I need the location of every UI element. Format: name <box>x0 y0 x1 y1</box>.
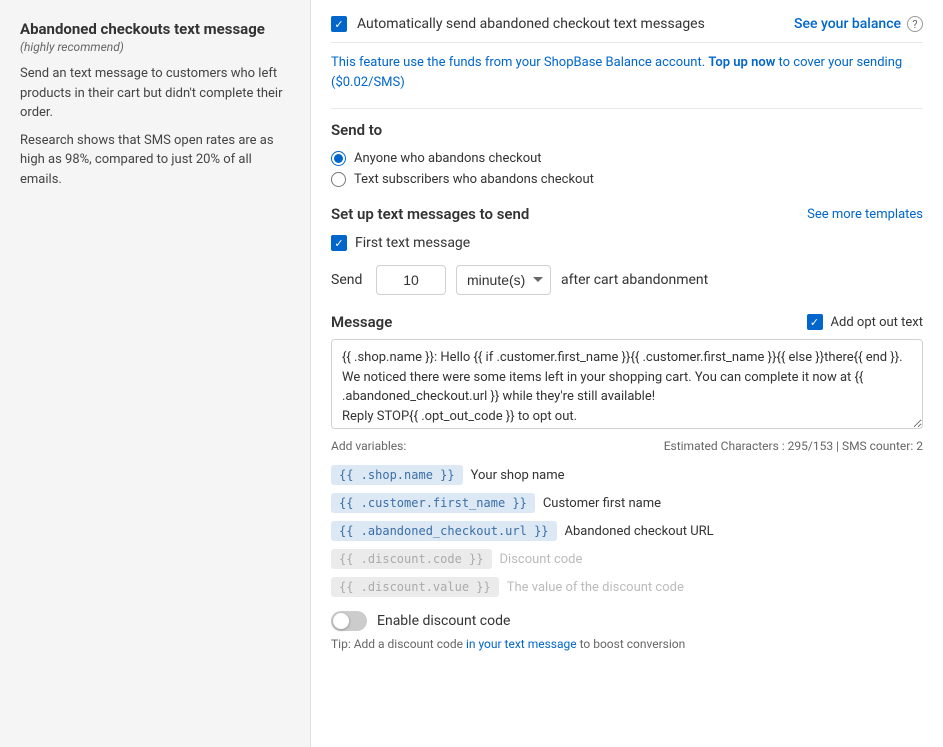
set-up-title: Set up text messages to send <box>331 205 529 223</box>
variable-row-shop: {{ .shop.name }} Your shop name <box>331 465 923 485</box>
radio-subscribers[interactable] <box>331 172 346 187</box>
opt-out-label: Add opt out text <box>831 315 923 330</box>
info-text: This feature use the funds from your Sho… <box>331 53 923 92</box>
see-more-templates-link[interactable]: See more templates <box>807 207 923 222</box>
discount-toggle-row: Enable discount code <box>331 611 923 631</box>
top-up-link[interactable]: Top up now <box>708 55 775 70</box>
var-tag-discount-value: {{ .discount.value }} <box>331 577 499 597</box>
send-to-title: Send to <box>331 121 923 139</box>
char-count: Estimated Characters : 295/153 | SMS cou… <box>664 439 923 453</box>
left-panel: Abandoned checkouts text message (highly… <box>0 0 310 747</box>
message-textarea[interactable]: {{ .shop.name }}: Hello {{ if .customer.… <box>331 339 923 429</box>
auto-send-checkbox[interactable]: ✓ <box>331 16 347 32</box>
send-row: Send minute(s) hour(s) day(s) after cart… <box>331 265 923 295</box>
first-message-checkbox[interactable]: ✓ <box>331 235 347 251</box>
variable-row-discount-code: {{ .discount.code }} Discount code <box>331 549 923 569</box>
first-message-label: First text message <box>355 235 470 251</box>
tip-prefix: Tip: Add a discount code <box>331 637 466 651</box>
first-message-row: ✓ First text message <box>331 235 923 251</box>
auto-send-right: See your balance ? <box>794 16 923 32</box>
var-tag-first-name[interactable]: {{ .customer.first_name }} <box>331 493 535 513</box>
var-desc-discount-code: Discount code <box>500 552 583 567</box>
info-before: This feature use the funds from your Sho… <box>331 55 705 70</box>
checkmark-icon-2: ✓ <box>334 238 343 249</box>
auto-send-left: ✓ Automatically send abandoned checkout … <box>331 16 705 32</box>
tip-link[interactable]: in your text message <box>466 637 577 651</box>
page-title: Abandoned checkouts text message <box>20 20 290 38</box>
add-vars-label: Add variables: <box>331 439 406 453</box>
discount-toggle[interactable] <box>331 611 367 631</box>
radio-row-subscribers: Text subscribers who abandons checkout <box>331 172 923 187</box>
var-tag-checkout-url[interactable]: {{ .abandoned_checkout.url }} <box>331 521 557 541</box>
right-panel: ✓ Automatically send abandoned checkout … <box>310 0 943 747</box>
set-up-header: Set up text messages to send See more te… <box>331 205 923 223</box>
desc-2: Research shows that SMS open rates are a… <box>20 131 290 190</box>
message-title: Message <box>331 313 392 331</box>
variable-row-first-name: {{ .customer.first_name }} Customer firs… <box>331 493 923 513</box>
char-count-row: Add variables: Estimated Characters : 29… <box>331 439 923 453</box>
desc-1: Send an text message to customers who le… <box>20 64 290 123</box>
var-desc-checkout-url: Abandoned checkout URL <box>565 524 714 539</box>
toggle-thumb <box>333 613 349 629</box>
radio-subscribers-label: Text subscribers who abandons checkout <box>354 172 594 187</box>
variable-row-discount-value: {{ .discount.value }} The value of the d… <box>331 577 923 597</box>
var-desc-discount-value: The value of the discount code <box>507 580 684 595</box>
radio-row-anyone: Anyone who abandons checkout <box>331 151 923 166</box>
checkmark-icon: ✓ <box>334 19 343 30</box>
tip-text: Tip: Add a discount code in your text me… <box>331 637 923 651</box>
auto-send-label: Automatically send abandoned checkout te… <box>357 16 705 32</box>
send-input[interactable] <box>376 265 446 295</box>
discount-toggle-label: Enable discount code <box>377 613 510 629</box>
var-tag-shop[interactable]: {{ .shop.name }} <box>331 465 463 485</box>
send-label: Send <box>331 272 366 288</box>
var-desc-first-name: Customer first name <box>543 496 661 511</box>
unit-select[interactable]: minute(s) hour(s) day(s) <box>456 265 551 295</box>
after-label: after cart abandonment <box>561 272 708 288</box>
message-header: Message ✓ Add opt out text <box>331 313 923 331</box>
checkmark-icon-3: ✓ <box>810 317 819 328</box>
message-box-wrapper: {{ .shop.name }}: Hello {{ if .customer.… <box>331 339 923 433</box>
radio-anyone[interactable] <box>331 151 346 166</box>
divider-1 <box>331 108 923 109</box>
variable-row-checkout-url: {{ .abandoned_checkout.url }} Abandoned … <box>331 521 923 541</box>
radio-anyone-label: Anyone who abandons checkout <box>354 151 542 166</box>
send-to-group: Anyone who abandons checkout Text subscr… <box>331 151 923 187</box>
var-desc-shop: Your shop name <box>471 468 565 483</box>
recommend-label: (highly recommend) <box>20 40 290 54</box>
help-icon[interactable]: ? <box>907 16 923 32</box>
variable-rows: {{ .shop.name }} Your shop name {{ .cust… <box>331 465 923 597</box>
auto-send-row: ✓ Automatically send abandoned checkout … <box>331 16 923 43</box>
opt-out-row: ✓ Add opt out text <box>807 314 923 330</box>
see-balance-link[interactable]: See your balance <box>794 16 901 32</box>
opt-out-checkbox[interactable]: ✓ <box>807 314 823 330</box>
tip-suffix: to boost conversion <box>577 637 686 651</box>
var-tag-discount-code: {{ .discount.code }} <box>331 549 492 569</box>
